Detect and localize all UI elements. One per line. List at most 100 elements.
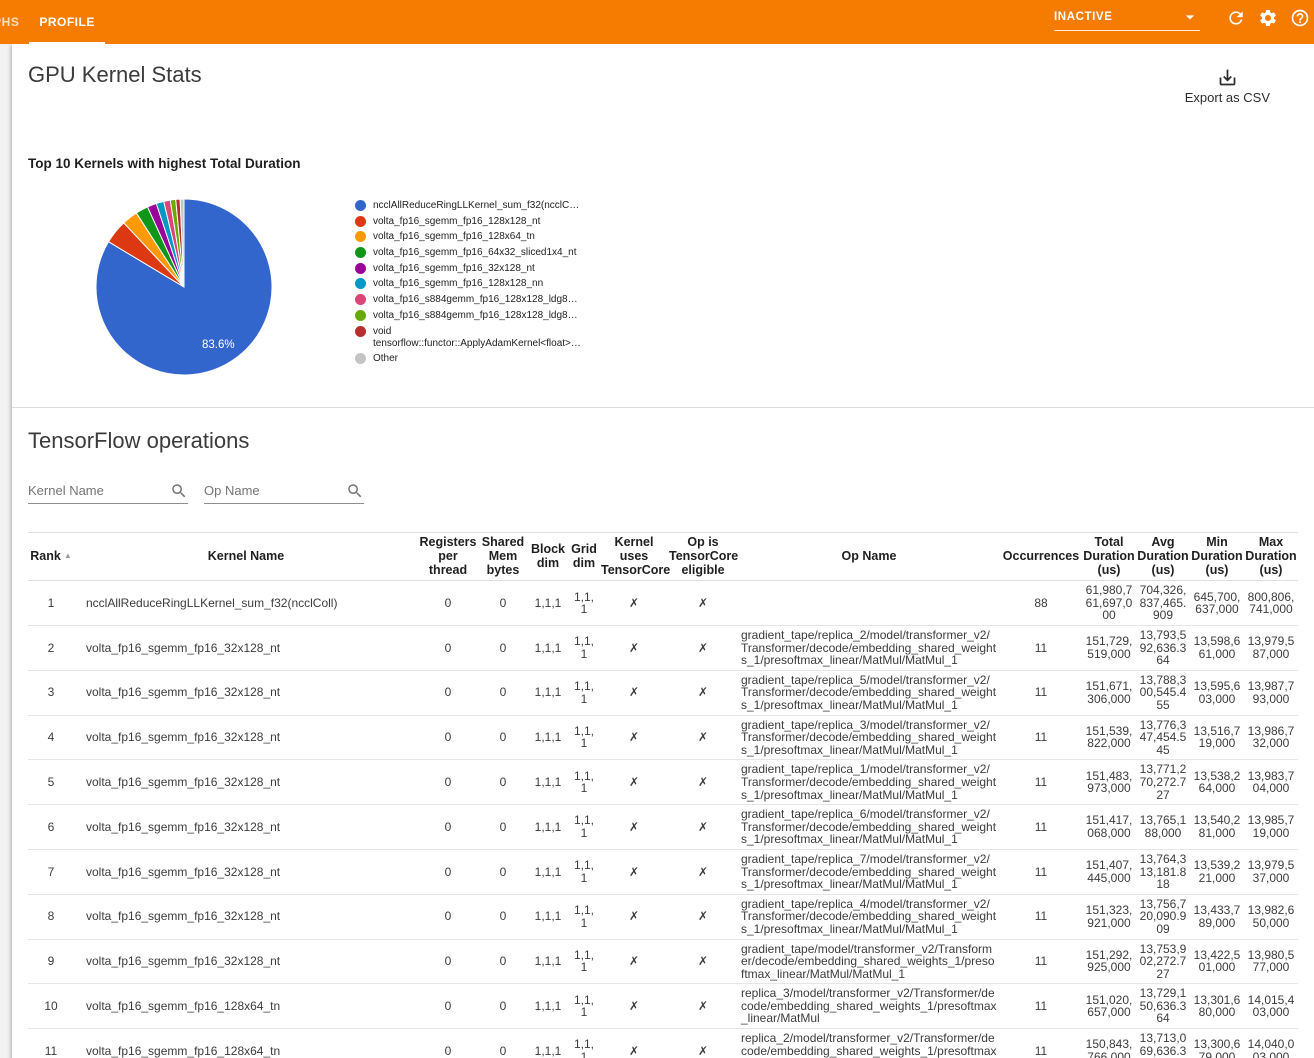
legend-label: volta_fp16_sgemm_fp16_32x128_nt <box>373 263 535 275</box>
cell-min_us: 645,700,637,000 <box>1190 581 1244 626</box>
refresh-button[interactable] <box>1226 8 1246 28</box>
column-header-max_us[interactable]: Max Duration (us) <box>1244 533 1298 581</box>
help-button[interactable] <box>1290 8 1310 28</box>
cell-occurrences: 11 <box>1000 939 1082 984</box>
cell-rank: 4 <box>28 715 74 760</box>
cell-op_name: gradient_tape/replica_5/model/transforme… <box>738 670 1000 715</box>
cell-total_us: 151,407,445,000 <box>1082 849 1136 894</box>
legend-swatch <box>355 278 366 289</box>
column-header-kernel[interactable]: Kernel Name <box>74 533 418 581</box>
cell-occurrences: 11 <box>1000 670 1082 715</box>
cell-op_name: gradient_tape/replica_1/model/transforme… <box>738 760 1000 805</box>
cell-grid_dim: 1,1,1 <box>568 939 600 984</box>
cell-registers: 0 <box>418 581 478 626</box>
legend-label: ncclAllReduceRingLLKernel_sum_f32(ncclC… <box>373 200 579 212</box>
legend-item[interactable]: volta_fp16_sgemm_fp16_32x128_nt <box>355 263 581 275</box>
cell-avg_us: 13,713,069,636.364 <box>1136 1029 1190 1058</box>
column-header-grid_dim[interactable]: Grid dim <box>568 533 600 581</box>
cell-min_us: 13,540,281,000 <box>1190 805 1244 850</box>
cell-kernel_tc: ✗ <box>600 805 668 850</box>
cell-rank: 7 <box>28 849 74 894</box>
cell-max_us: 800,806,741,000 <box>1244 581 1298 626</box>
pie-chart: 83.6% <box>94 197 274 377</box>
cell-max_us: 13,979,587,000 <box>1244 626 1298 671</box>
legend-item[interactable]: volta_fp16_sgemm_fp16_128x128_nt <box>355 216 581 228</box>
cell-grid_dim: 1,1,1 <box>568 805 600 850</box>
table-row: 10volta_fp16_sgemm_fp16_128x64_tn001,1,1… <box>28 984 1298 1029</box>
column-header-avg_us[interactable]: Avg Duration (us) <box>1136 533 1190 581</box>
cell-shared_mem: 0 <box>478 626 528 671</box>
chart-legend: ncclAllReduceRingLLKernel_sum_f32(ncclC…… <box>355 200 581 377</box>
cell-kernel_tc: ✗ <box>600 894 668 939</box>
cell-op_name: gradient_tape/replica_7/model/transforme… <box>738 849 1000 894</box>
cell-kernel_tc: ✗ <box>600 670 668 715</box>
legend-item[interactable]: volta_fp16_sgemm_fp16_128x128_nn <box>355 278 581 290</box>
table-row: 9volta_fp16_sgemm_fp16_32x128_nt001,1,11… <box>28 939 1298 984</box>
cell-shared_mem: 0 <box>478 715 528 760</box>
cell-op_name: gradient_tape/model/transformer_v2/Trans… <box>738 939 1000 984</box>
legend-item[interactable]: volta_fp16_s884gemm_fp16_128x128_ldg8… <box>355 294 581 306</box>
cell-rank: 9 <box>28 939 74 984</box>
cell-op_tc_eligible: ✗ <box>668 894 738 939</box>
legend-item[interactable]: volta_fp16_sgemm_fp16_64x32_sliced1x4_nt <box>355 247 581 259</box>
tab-graphs[interactable]: GRAPHS <box>0 0 29 44</box>
column-header-min_us[interactable]: Min Duration (us) <box>1190 533 1244 581</box>
cell-kernel_tc: ✗ <box>600 581 668 626</box>
cell-avg_us: 13,771,270,272.727 <box>1136 760 1190 805</box>
cell-max_us: 13,983,704,000 <box>1244 760 1298 805</box>
legend-item[interactable]: void tensorflow::functor::ApplyAdamKerne… <box>355 326 581 350</box>
cell-kernel: volta_fp16_sgemm_fp16_32x128_nt <box>74 805 418 850</box>
kernel-name-input[interactable] <box>28 483 170 498</box>
settings-button[interactable] <box>1258 8 1278 28</box>
column-header-shared_mem[interactable]: Shared Mem bytes <box>478 533 528 581</box>
legend-label: volta_fp16_s884gemm_fp16_128x128_ldg8… <box>373 310 578 322</box>
cell-block_dim: 1,1,1 <box>528 849 568 894</box>
column-header-occurrences[interactable]: Occurrences <box>1000 533 1082 581</box>
cell-block_dim: 1,1,1 <box>528 1029 568 1058</box>
legend-item[interactable]: volta_fp16_s884gemm_fp16_128x128_ldg8… <box>355 310 581 322</box>
tab-bar: GRAPHS PROFILE <box>0 0 105 44</box>
sort-ascending-icon: ▲ <box>64 551 72 560</box>
pie-chart-area: 83.6% ncclAllReduceRingLLKernel_sum_f32(… <box>28 171 1298 407</box>
cell-block_dim: 1,1,1 <box>528 894 568 939</box>
cell-op_tc_eligible: ✗ <box>668 581 738 626</box>
cell-shared_mem: 0 <box>478 670 528 715</box>
cell-op_tc_eligible: ✗ <box>668 939 738 984</box>
cell-occurrences: 11 <box>1000 760 1082 805</box>
cell-rank: 8 <box>28 894 74 939</box>
legend-label: volta_fp16_sgemm_fp16_128x64_tn <box>373 231 535 243</box>
column-header-total_us[interactable]: Total Duration (us) <box>1082 533 1136 581</box>
cell-kernel: volta_fp16_sgemm_fp16_32x128_nt <box>74 760 418 805</box>
tab-profile[interactable]: PROFILE <box>29 0 105 44</box>
column-header-op_name[interactable]: Op Name <box>738 533 1000 581</box>
cell-max_us: 13,985,719,000 <box>1244 805 1298 850</box>
gpu-kernel-stats-section: GPU Kernel Stats Export as CSV Top 10 Ke… <box>12 44 1314 407</box>
cell-min_us: 13,516,719,000 <box>1190 715 1244 760</box>
column-header-kernel_tc[interactable]: Kernel uses TensorCore <box>600 533 668 581</box>
legend-label: volta_fp16_sgemm_fp16_64x32_sliced1x4_nt <box>373 247 576 259</box>
cell-occurrences: 11 <box>1000 849 1082 894</box>
run-selector-dropdown[interactable]: INACTIVE <box>1054 5 1200 31</box>
cell-min_us: 13,595,603,000 <box>1190 670 1244 715</box>
column-header-op_tc_eligible[interactable]: Op is TensorCore eligible <box>668 533 738 581</box>
column-header-registers[interactable]: Registers per thread <box>418 533 478 581</box>
cell-op_name: gradient_tape/replica_4/model/transforme… <box>738 894 1000 939</box>
cell-rank: 3 <box>28 670 74 715</box>
legend-item[interactable]: volta_fp16_sgemm_fp16_128x64_tn <box>355 231 581 243</box>
op-name-input[interactable] <box>204 483 346 498</box>
kernel-name-filter <box>28 478 188 504</box>
legend-item[interactable]: Other <box>355 353 581 365</box>
table-row: 5volta_fp16_sgemm_fp16_32x128_nt001,1,11… <box>28 760 1298 805</box>
legend-item[interactable]: ncclAllReduceRingLLKernel_sum_f32(ncclC… <box>355 200 581 212</box>
column-header-rank[interactable]: Rank▲ <box>28 533 74 581</box>
cell-registers: 0 <box>418 1029 478 1058</box>
cell-total_us: 61,980,761,697,000 <box>1082 581 1136 626</box>
cell-shared_mem: 0 <box>478 984 528 1029</box>
cell-block_dim: 1,1,1 <box>528 626 568 671</box>
cell-min_us: 13,433,789,000 <box>1190 894 1244 939</box>
column-header-block_dim[interactable]: Block dim <box>528 533 568 581</box>
cell-total_us: 151,417,068,000 <box>1082 805 1136 850</box>
legend-label: volta_fp16_s884gemm_fp16_128x128_ldg8… <box>373 294 578 306</box>
export-csv-button[interactable]: Export as CSV <box>1179 66 1276 106</box>
cell-block_dim: 1,1,1 <box>528 760 568 805</box>
